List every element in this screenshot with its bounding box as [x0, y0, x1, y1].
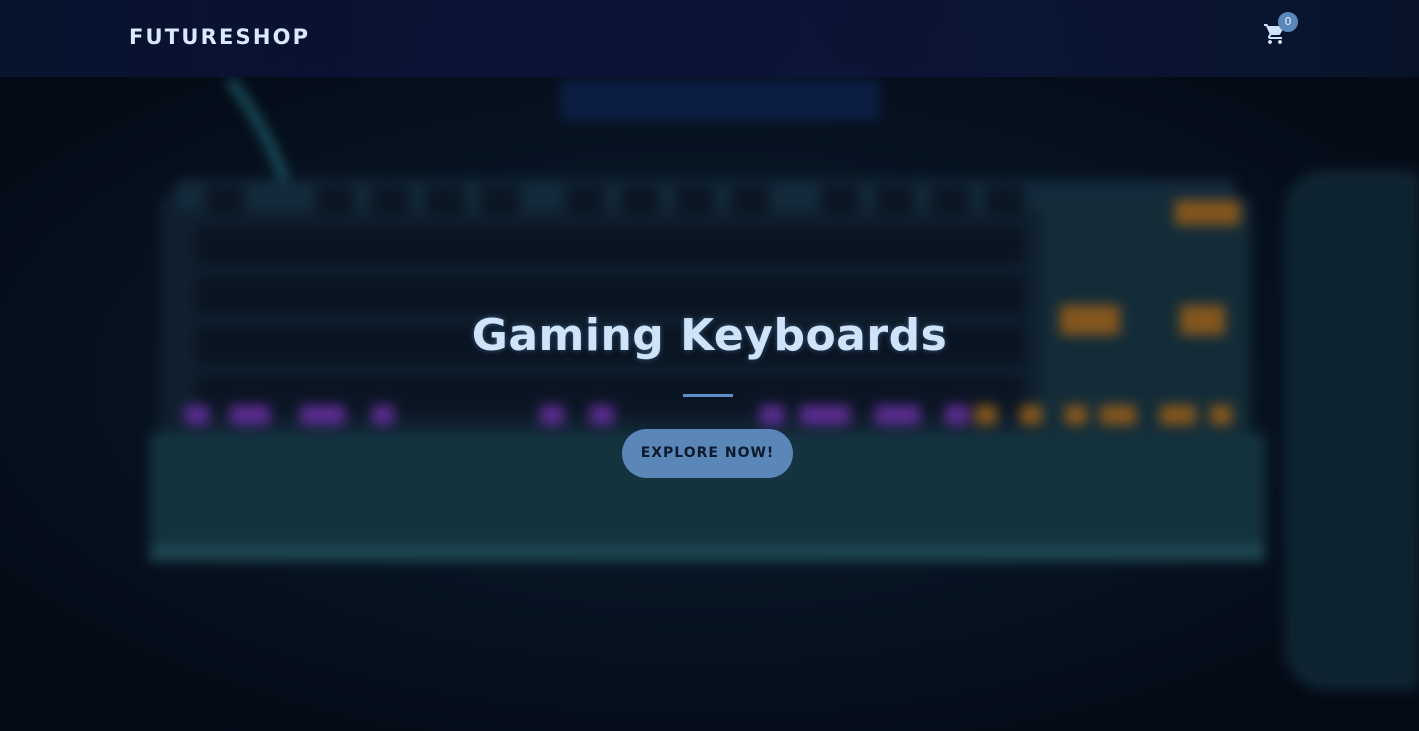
navbar: FUTURESHOP — [0, 0, 1419, 77]
hero-divider — [683, 394, 733, 397]
page: FUTURESHOP 0 Gaming Keyboards EXPLORE NO… — [0, 0, 1419, 731]
brand-logo[interactable]: FUTURESHOP — [129, 24, 310, 50]
explore-now-button[interactable]: EXPLORE NOW! — [622, 429, 793, 478]
cart-count-badge: 0 — [1278, 12, 1298, 32]
hero-title: Gaming Keyboards — [471, 310, 948, 361]
